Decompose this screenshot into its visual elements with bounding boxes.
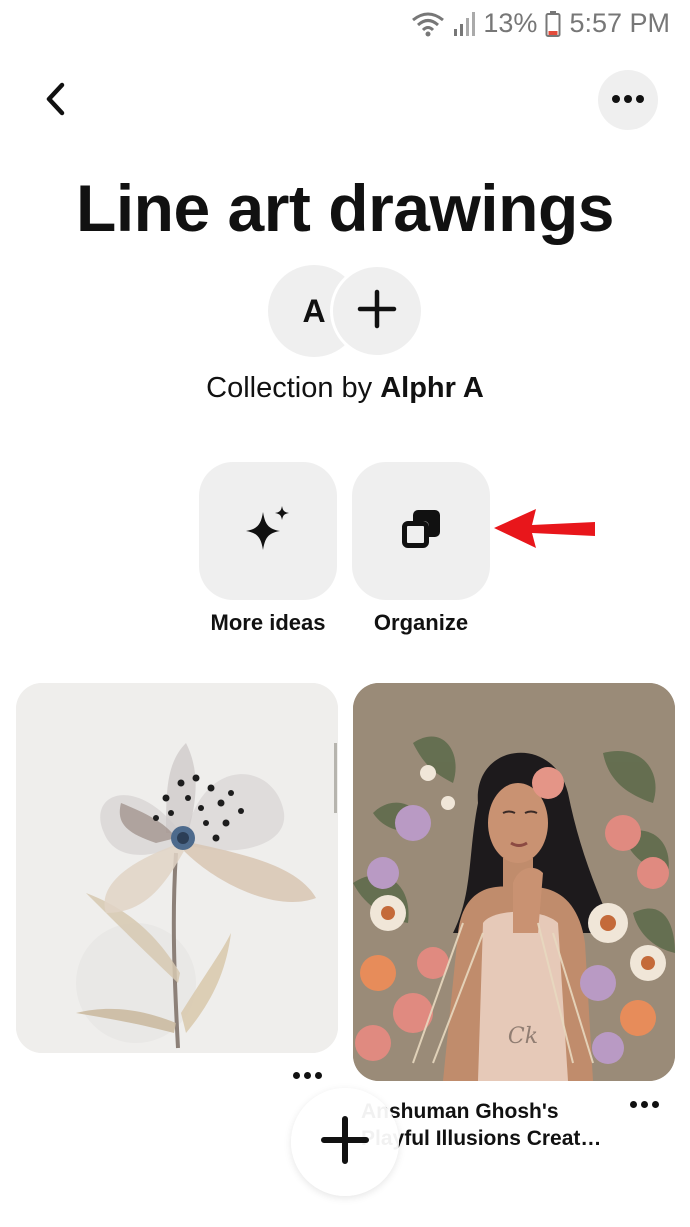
pin-woman-with-flowers[interactable]: Ck [353, 683, 675, 1081]
pin-1-options-button[interactable] [282, 1060, 332, 1090]
pin-poppy-line-art[interactable] [16, 683, 338, 1053]
organize-button[interactable] [352, 462, 490, 600]
board-title: Line art drawings [76, 171, 614, 245]
more-options-button[interactable] [598, 70, 658, 130]
dot [292, 1071, 300, 1079]
ellipsis-icon [611, 91, 645, 109]
svg-text:Ck: Ck [508, 1024, 538, 1049]
more-ideas-button[interactable] [199, 462, 337, 600]
organize-action[interactable]: Organize [352, 462, 490, 636]
owner-initial: A [302, 292, 326, 329]
dot [651, 1100, 659, 1108]
pin-2-title[interactable]: Anshuman Ghosh's Playful Illusions Creat… [361, 1098, 621, 1152]
dot [629, 1100, 637, 1108]
organize-label: Organize [373, 610, 469, 635]
signal-icon [453, 11, 476, 37]
plus-icon [321, 1115, 369, 1169]
back-button[interactable] [30, 76, 80, 126]
dot [303, 1071, 311, 1079]
dot [640, 1100, 648, 1108]
pin-2-options-button[interactable] [619, 1089, 669, 1119]
sparkle-icon [243, 504, 293, 559]
add-pin-fab[interactable] [291, 1088, 399, 1196]
more-ideas-action[interactable]: More ideas [199, 462, 337, 636]
clock: 5:57 PM [569, 8, 670, 38]
organize-icon [396, 504, 446, 559]
battery-percent: 13% [483, 8, 538, 38]
battery-icon [545, 10, 561, 37]
red-arrow-annotation [492, 503, 598, 558]
status-bar: 13% 5:57 PM [0, 0, 690, 48]
status-icons: 13% 5:57 PM [411, 8, 670, 39]
woman-illustration-image: Ck [353, 683, 675, 1081]
collection-byline: Collection by Alphr A [0, 372, 690, 405]
chevron-left-icon [40, 79, 70, 124]
plus-icon [357, 289, 397, 334]
dot [314, 1071, 322, 1079]
owner-name-link[interactable]: Alphr A [380, 372, 484, 404]
poppy-image [16, 683, 338, 1053]
wifi-icon [411, 11, 445, 37]
more-ideas-label: More ideas [210, 610, 326, 635]
collection-prefix: Collection by [206, 372, 373, 404]
add-collaborator-button[interactable] [330, 264, 424, 358]
